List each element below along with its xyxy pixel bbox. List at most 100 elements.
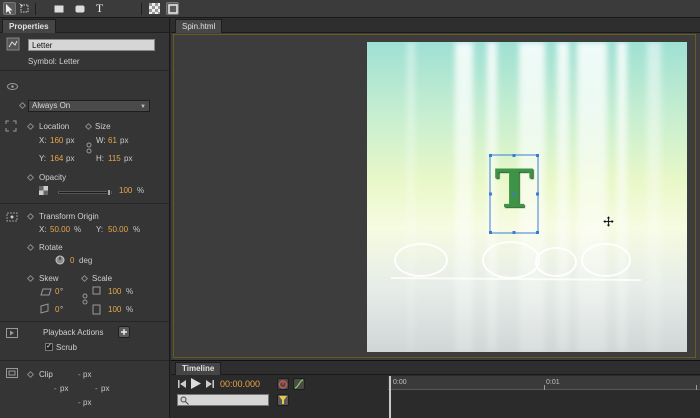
opacity-slider-thumb[interactable] [107, 189, 111, 196]
checkmark-icon: ✓ [46, 343, 52, 350]
text-tool-button[interactable]: T [93, 1, 106, 15]
rotate-dial-icon[interactable] [55, 255, 65, 265]
tab-timeline[interactable]: Timeline [175, 362, 222, 375]
timeline-ruler[interactable]: 0:00 0:01 [388, 376, 700, 390]
rotate-unit: deg [79, 256, 93, 265]
element-name-input[interactable]: Letter [28, 39, 155, 51]
scale-y-icon [92, 304, 101, 315]
clip-top-value[interactable]: - [78, 370, 81, 380]
main-toolbar: T [0, 0, 700, 18]
scale-x-value[interactable]: 100 [108, 287, 121, 297]
h-label: H: [96, 154, 104, 163]
origin-x-value[interactable]: 50.00 [50, 225, 70, 235]
rectangle-icon [54, 5, 63, 12]
opacity-keyframe-icon[interactable] [26, 173, 35, 182]
skew-y-value[interactable]: 0 [55, 305, 59, 315]
scale-y-value[interactable]: 100 [108, 305, 121, 315]
current-time-display[interactable]: 00:00.000 [220, 378, 260, 390]
skew-x-icon [40, 288, 52, 296]
go-to-start-icon[interactable] [178, 380, 187, 388]
skew-label: Skew [39, 274, 59, 283]
timeline-search-input[interactable] [177, 394, 269, 406]
go-to-end-icon[interactable] [205, 380, 214, 388]
size-label: Size [95, 122, 111, 131]
document-area: Spin.html T [171, 18, 700, 360]
timeline-panel: Timeline 00:00.000 0:00 0:01 [171, 360, 700, 418]
link-dimensions-icon[interactable] [86, 142, 92, 154]
scrub-checkbox[interactable]: ✓ [45, 343, 53, 351]
text-tool-icon: T [95, 1, 104, 15]
origin-y-unit: % [133, 225, 141, 234]
display-keyframe-icon[interactable] [18, 101, 27, 110]
play-icon[interactable] [190, 378, 201, 389]
transform-origin-icon [6, 212, 18, 222]
stage-canvas[interactable]: T [367, 42, 687, 352]
auto-keyframe-button[interactable] [277, 378, 289, 390]
stage-border-toggle[interactable] [166, 2, 179, 15]
timeline-playhead[interactable] [389, 376, 391, 418]
ring-decoration [391, 241, 641, 281]
skew-keyframe-icon[interactable] [26, 274, 35, 283]
size-keyframe-icon[interactable] [84, 122, 93, 131]
origin-x-unit: % [74, 225, 82, 234]
x-value[interactable]: 160 [50, 136, 63, 146]
y-value[interactable]: 164 [50, 154, 63, 164]
skew-x-unit: ° [60, 287, 64, 296]
transform-origin-label: Transform Origin [39, 212, 99, 221]
selection-box [489, 154, 539, 234]
select-tool-button[interactable] [3, 2, 16, 15]
checkerboard-icon [149, 3, 160, 14]
link-scale-icon[interactable] [82, 293, 88, 305]
h-value[interactable]: 115 [108, 154, 121, 164]
y-label: Y: [39, 154, 47, 163]
rotate-value[interactable]: 0 [70, 256, 74, 266]
move-cursor-icon [603, 216, 614, 227]
scale-label: Scale [92, 274, 113, 283]
stopwatch-icon [278, 380, 288, 389]
timeline-filter-button[interactable] [277, 394, 289, 406]
scale-y-unit: % [126, 305, 134, 314]
rounded-rectangle-tool-button[interactable] [73, 2, 86, 15]
scale-keyframe-icon[interactable] [80, 274, 89, 283]
clip-bottom-value[interactable]: - [78, 398, 81, 408]
rotate-keyframe-icon[interactable] [26, 243, 35, 252]
skew-x-value[interactable]: 0 [55, 287, 59, 297]
rectangle-tool-button[interactable] [52, 2, 65, 15]
transform-icon [19, 3, 29, 13]
transform-origin-keyframe-icon[interactable] [26, 212, 35, 221]
symbol-label: Symbol: Letter [28, 57, 80, 66]
filter-icon [279, 396, 287, 404]
clip-left-unit: px [60, 384, 69, 393]
skew-y-icon [40, 303, 49, 314]
clip-left-value[interactable]: - [54, 384, 57, 394]
element-symbol-icon [6, 37, 20, 51]
opacity-slider[interactable] [58, 189, 112, 196]
square-outline-icon [167, 3, 178, 14]
origin-y-value[interactable]: 50.00 [108, 225, 128, 235]
transition-curve-icon [294, 379, 304, 389]
transform-tool-button[interactable] [18, 2, 31, 15]
clip-bottom-unit: px [83, 398, 92, 407]
stage-transparency-toggle[interactable] [148, 2, 161, 15]
location-keyframe-icon[interactable] [26, 122, 35, 131]
playback-actions-label: Playback Actions [43, 328, 104, 337]
tab-properties[interactable]: Properties [2, 19, 56, 33]
letter-element[interactable]: T [489, 154, 539, 234]
y-unit: px [66, 154, 75, 163]
w-value[interactable]: 61 [108, 136, 117, 146]
add-playback-action-button[interactable] [118, 326, 130, 338]
tab-spin-html[interactable]: Spin.html [175, 19, 223, 33]
w-unit: px [120, 136, 129, 145]
auto-transition-button[interactable] [293, 378, 305, 390]
clip-keyframe-icon[interactable] [26, 370, 35, 379]
display-dropdown[interactable]: Always On ▼ [28, 100, 150, 112]
clip-right-value[interactable]: - [95, 384, 98, 394]
ruler-label-1: 0:01 [546, 379, 560, 386]
clip-right-unit: px [101, 384, 110, 393]
opacity-unit: % [137, 186, 145, 195]
clip-top-unit: px [83, 370, 92, 379]
opacity-value[interactable]: 100 [119, 186, 132, 196]
rounded-rectangle-icon [75, 5, 84, 12]
x-unit: px [66, 136, 75, 145]
origin-y-label: Y: [96, 225, 104, 234]
